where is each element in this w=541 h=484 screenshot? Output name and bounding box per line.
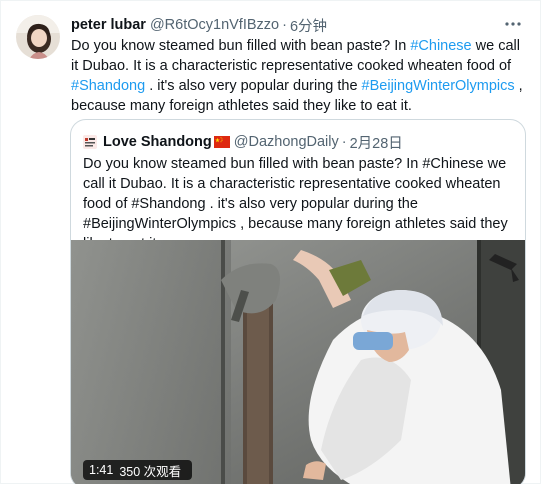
quoted-author-handle[interactable]: @DazhongDaily <box>234 134 339 150</box>
china-flag-icon <box>213 136 230 148</box>
tweet-text-part: Do you know steamed bun filled with bean… <box>71 38 411 54</box>
video-player[interactable]: 1:41 350 次观看 <box>71 240 525 484</box>
separator-dot: · <box>341 134 347 150</box>
video-views: 350 次观看 <box>119 464 182 479</box>
video-stats-badge: 1:41 350 次观看 <box>83 460 193 480</box>
separator-dot: · <box>282 17 287 33</box>
author-handle[interactable]: @R6tOcy1nVfIBzzo <box>150 17 279 33</box>
tweet-card[interactable]: peter lubar @R6tOcy1nVfIBzzo · 6分钟 Do yo… <box>0 0 541 484</box>
video-duration: 1:41 <box>89 463 114 477</box>
hashtag-beijing-winter-olympics[interactable]: #BeijingWinterOlympics <box>362 78 515 94</box>
quoted-author-name[interactable]: Love Shandong <box>103 134 212 150</box>
tweet-time[interactable]: 6分钟 <box>290 15 327 36</box>
tweet-text: Do you know steamed bun filled with bean… <box>71 36 526 116</box>
author-name[interactable]: peter lubar <box>71 17 146 33</box>
quoted-avatar[interactable] <box>83 135 97 149</box>
tweet-header: peter lubar @R6tOcy1nVfIBzzo · 6分钟 <box>71 15 327 35</box>
quoted-header: Love Shandong @DazhongDaily · 2月28日 <box>83 132 403 152</box>
tweet-text-part: . it's also very popular during the <box>145 78 362 94</box>
quoted-date[interactable]: 2月28日 <box>350 132 403 153</box>
hashtag-chinese[interactable]: #Chinese <box>410 38 471 54</box>
hashtag-shandong[interactable]: #Shandong <box>71 78 145 94</box>
quoted-tweet[interactable]: Love Shandong @DazhongDaily · 2月28日 Do y… <box>70 119 526 484</box>
more-icon[interactable] <box>502 13 524 35</box>
avatar[interactable] <box>16 15 60 59</box>
video-frame <box>71 240 525 484</box>
quoted-text: Do you know steamed bun filled with bean… <box>83 156 508 252</box>
